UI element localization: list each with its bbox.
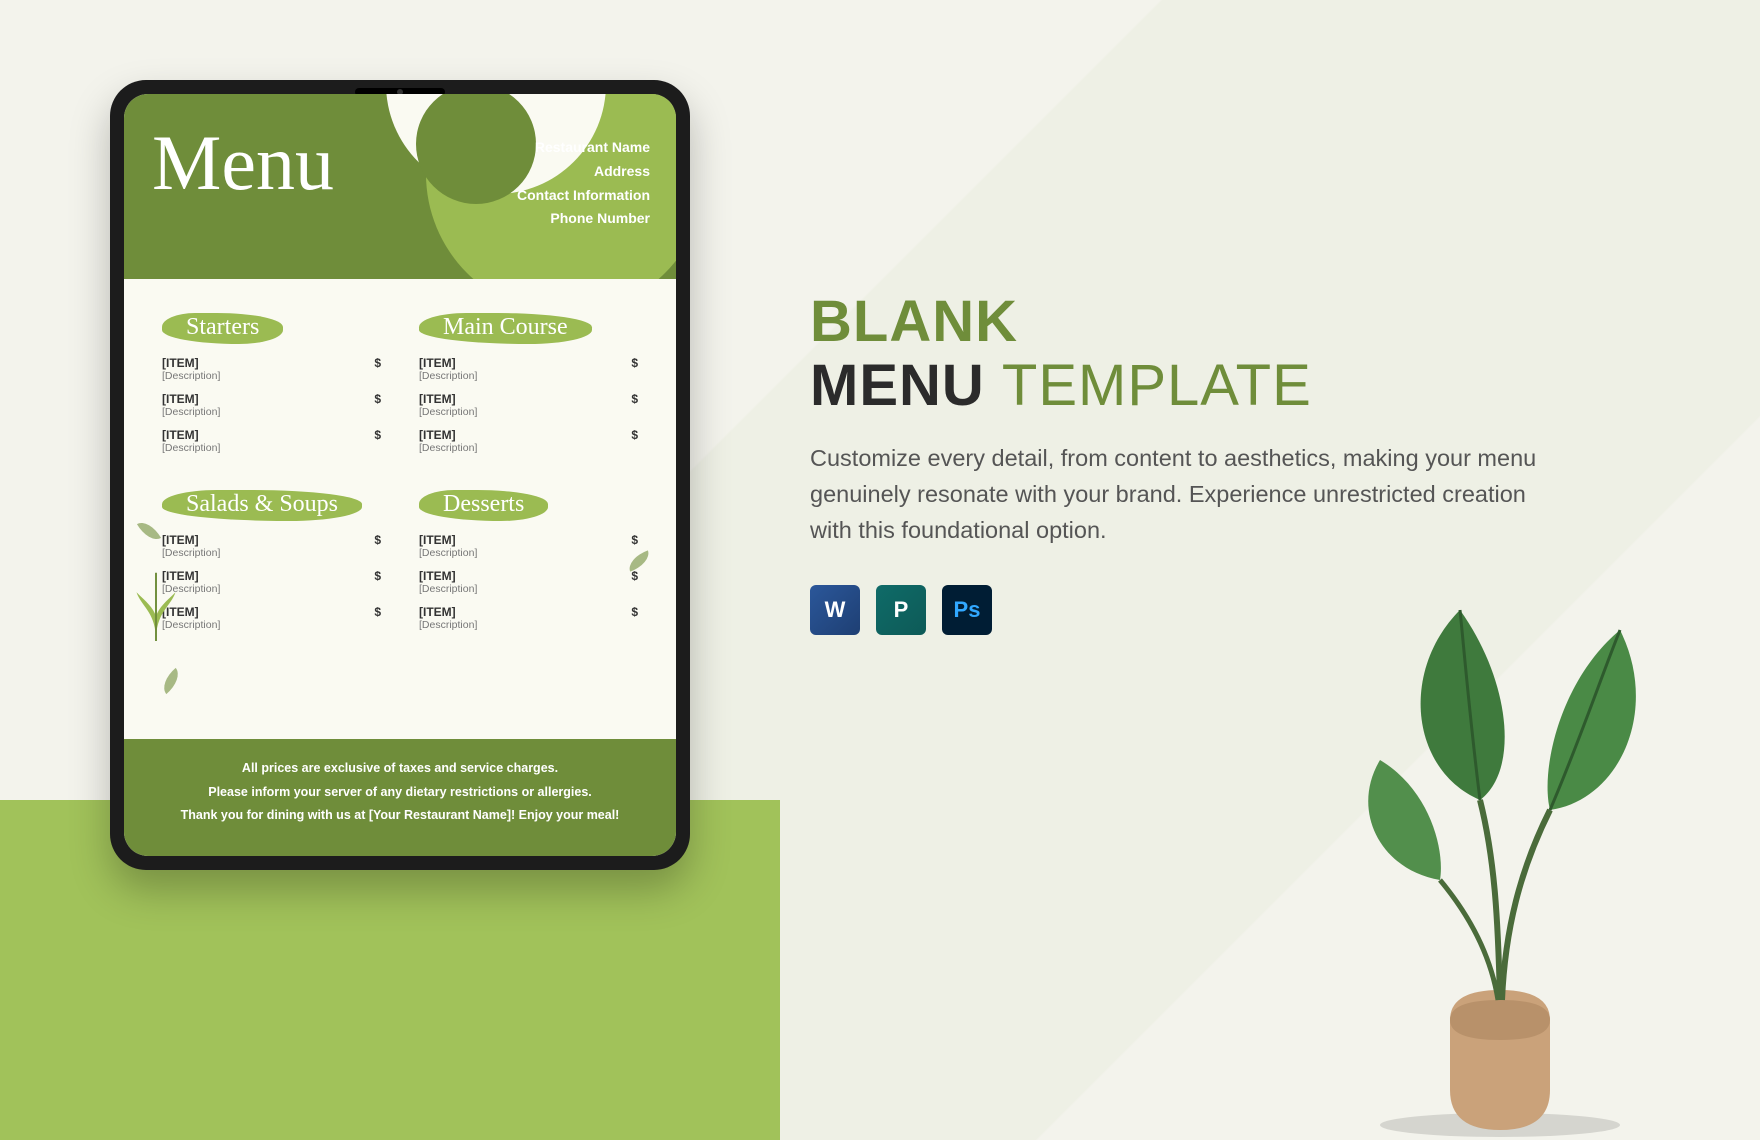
item-price: $	[631, 356, 638, 370]
section-desserts: Desserts [ITEM] $ [Description] [ITEM] $ […	[419, 490, 638, 641]
item-name: [ITEM]	[162, 533, 199, 547]
item-name: [ITEM]	[419, 569, 456, 583]
list-item: [ITEM] $ [Description]	[419, 569, 638, 595]
menu-body: Starters [ITEM] $ [Description] [ITEM] $ […	[124, 279, 676, 739]
item-name: [ITEM]	[162, 428, 199, 442]
tablet-mockup: Menu Restaurant Name Address Contact Inf…	[110, 80, 690, 870]
item-name: [ITEM]	[162, 392, 199, 406]
item-name: [ITEM]	[419, 533, 456, 547]
item-price: $	[631, 533, 638, 547]
list-item: [ITEM] $ [Description]	[419, 392, 638, 418]
menu-header: Menu Restaurant Name Address Contact Inf…	[124, 94, 676, 279]
tablet-screen: Menu Restaurant Name Address Contact Inf…	[124, 94, 676, 856]
meta-phone: Phone Number	[517, 207, 650, 231]
section-main-course: Main Course [ITEM] $ [Description] [ITEM]…	[419, 313, 638, 464]
item-price: $	[631, 605, 638, 619]
item-name: [ITEM]	[419, 392, 456, 406]
item-price: $	[374, 428, 381, 442]
list-item: [ITEM] $ [Description]	[162, 392, 381, 418]
item-price: $	[374, 392, 381, 406]
section-title: Salads & Soups	[162, 490, 362, 521]
item-name: [ITEM]	[162, 356, 199, 370]
item-price: $	[374, 356, 381, 370]
item-desc: [Description]	[162, 619, 381, 631]
list-item: [ITEM] $ [Description]	[162, 356, 381, 382]
item-desc: [Description]	[419, 583, 638, 595]
leaf-icon	[137, 517, 161, 545]
item-desc: [Description]	[419, 619, 638, 631]
item-price: $	[374, 533, 381, 547]
menu-meta: Restaurant Name Address Contact Informat…	[517, 136, 650, 231]
word-icon: W	[810, 585, 860, 635]
footer-line: Thank you for dining with us at [Your Re…	[140, 804, 660, 828]
footer-line: All prices are exclusive of taxes and se…	[140, 757, 660, 781]
item-price: $	[631, 392, 638, 406]
list-item: [ITEM] $ [Description]	[419, 428, 638, 454]
list-item: [ITEM] $ [Description]	[162, 533, 381, 559]
item-desc: [Description]	[162, 442, 381, 454]
promo-title-menu: MENU	[810, 353, 985, 418]
item-desc: [Description]	[162, 547, 381, 559]
publisher-icon: P	[876, 585, 926, 635]
list-item: [ITEM]$ [Description]	[162, 605, 381, 631]
item-desc: [Description]	[419, 406, 638, 418]
item-desc: [Description]	[419, 370, 638, 382]
item-desc: [Description]	[419, 442, 638, 454]
item-price: $	[631, 569, 638, 583]
item-name: [ITEM]	[419, 605, 456, 619]
item-desc: [Description]	[162, 583, 381, 595]
meta-name: Restaurant Name	[517, 136, 650, 160]
photoshop-icon: Ps	[942, 585, 992, 635]
item-price: $	[374, 569, 381, 583]
promo-title-template: TEMPLATE	[1002, 353, 1312, 418]
footer-line: Please inform your server of any dietary…	[140, 781, 660, 805]
item-desc: [Description]	[419, 547, 638, 559]
promo-description: Customize every detail, from content to …	[810, 440, 1570, 549]
meta-contact: Contact Information	[517, 184, 650, 208]
plant-sprig-icon	[130, 563, 182, 641]
item-name: [ITEM]	[419, 356, 456, 370]
item-desc: [Description]	[162, 370, 381, 382]
item-price: $	[374, 605, 381, 619]
promo-panel: BLANK MENU TEMPLATE Customize every deta…	[810, 290, 1570, 635]
menu-footer: All prices are exclusive of taxes and se…	[124, 739, 676, 856]
potted-plant-icon	[1290, 600, 1670, 1140]
section-title: Desserts	[419, 490, 548, 521]
list-item: [ITEM]$ [Description]	[162, 569, 381, 595]
meta-address: Address	[517, 160, 650, 184]
section-starters: Starters [ITEM] $ [Description] [ITEM] $ […	[162, 313, 381, 464]
list-item: [ITEM] $ [Description]	[419, 356, 638, 382]
item-desc: [Description]	[162, 406, 381, 418]
leaf-icon	[157, 668, 184, 694]
promo-title-line1: BLANK	[810, 290, 1570, 354]
promo-title-line2: MENU TEMPLATE	[810, 354, 1570, 418]
section-salads-soups: Salads & Soups [ITEM]$ [Description] [IT…	[162, 490, 381, 641]
item-name: [ITEM]	[419, 428, 456, 442]
section-title: Main Course	[419, 313, 592, 344]
item-price: $	[631, 428, 638, 442]
section-title: Starters	[162, 313, 283, 344]
list-item: [ITEM] $ [Description]	[419, 605, 638, 631]
list-item: [ITEM] $ [Description]	[419, 533, 638, 559]
list-item: [ITEM] $ [Description]	[162, 428, 381, 454]
